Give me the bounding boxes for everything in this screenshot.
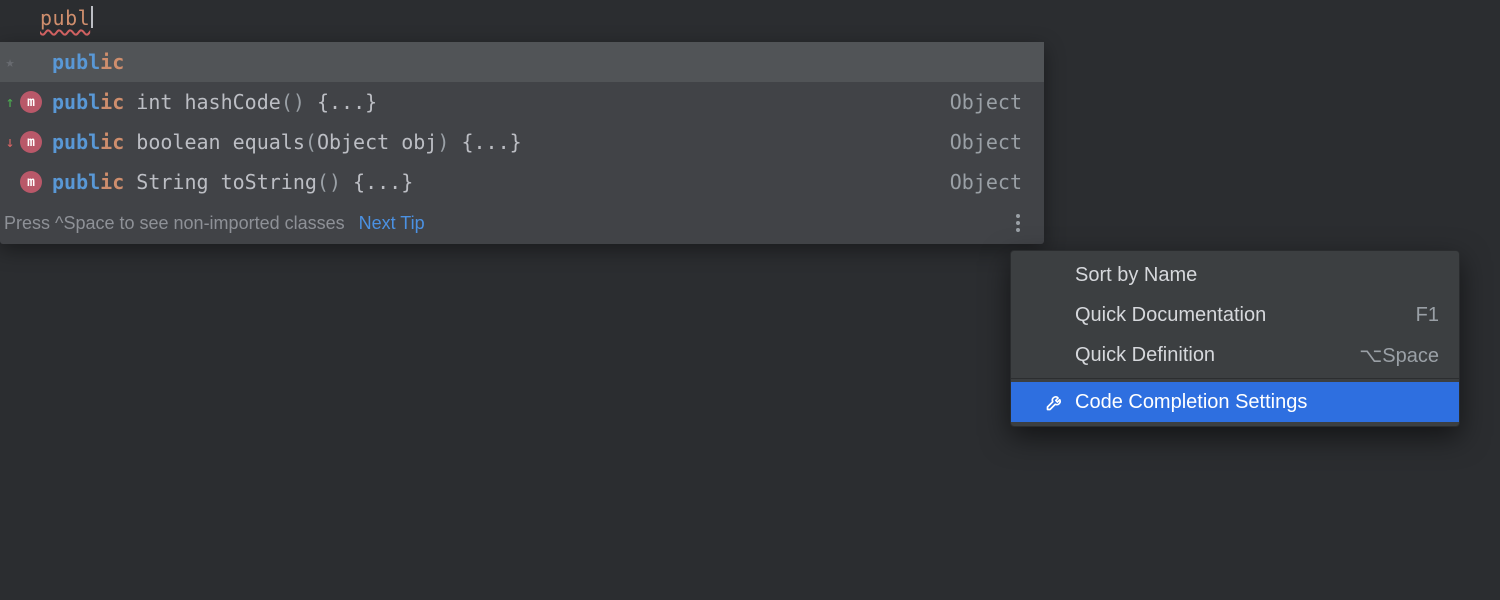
completion-signature: public String toString() {...} [46, 170, 950, 194]
wrench-icon [1045, 392, 1065, 412]
completion-popup: ★ public ↑ m public int hashCode() {...}… [0, 42, 1044, 244]
menu-separator [1011, 378, 1459, 379]
completion-item[interactable]: m public String toString() {...} Object [0, 162, 1044, 202]
caret-icon [91, 6, 93, 28]
override-up-icon: ↑ [2, 93, 18, 111]
completion-footer: Press ^Space to see non-imported classes… [0, 202, 1044, 244]
completion-tail: Object [950, 170, 1022, 194]
menu-shortcut: F1 [1416, 304, 1439, 327]
completion-item[interactable]: ★ public [0, 42, 1044, 82]
method-badge-icon: m [20, 131, 42, 153]
menu-label: Quick Definition [1075, 344, 1215, 367]
typed-text: publ [40, 6, 90, 30]
menu-label: Code Completion Settings [1075, 391, 1307, 414]
context-menu: Sort by Name Quick Documentation F1 Quic… [1010, 250, 1460, 427]
completion-signature: public int hashCode() {...} [46, 90, 950, 114]
menu-item-sort-by-name[interactable]: Sort by Name [1011, 255, 1459, 295]
badge-placeholder [20, 51, 42, 73]
override-down-icon: ↓ [2, 133, 18, 151]
more-options-icon[interactable] [1008, 214, 1028, 232]
menu-item-code-completion-settings[interactable]: Code Completion Settings [1011, 382, 1459, 422]
next-tip-link[interactable]: Next Tip [359, 213, 425, 234]
method-badge-icon: m [20, 171, 42, 193]
completion-signature: public boolean equals(Object obj) {...} [46, 130, 950, 154]
editor-line[interactable]: publ [40, 6, 93, 30]
menu-label: Sort by Name [1075, 264, 1197, 287]
completion-tail: Object [950, 130, 1022, 154]
footer-hint: Press ^Space to see non-imported classes [4, 213, 345, 234]
completion-tail: Object [950, 90, 1022, 114]
menu-label: Quick Documentation [1075, 304, 1266, 327]
completion-item[interactable]: ↓ m public boolean equals(Object obj) {.… [0, 122, 1044, 162]
menu-item-quick-documentation[interactable]: Quick Documentation F1 [1011, 295, 1459, 335]
completion-item[interactable]: ↑ m public int hashCode() {...} Object [0, 82, 1044, 122]
method-badge-icon: m [20, 91, 42, 113]
menu-item-quick-definition[interactable]: Quick Definition ⌥Space [1011, 335, 1459, 375]
completion-signature: public [46, 50, 1022, 74]
menu-shortcut: ⌥Space [1359, 343, 1439, 368]
star-icon: ★ [2, 53, 18, 71]
